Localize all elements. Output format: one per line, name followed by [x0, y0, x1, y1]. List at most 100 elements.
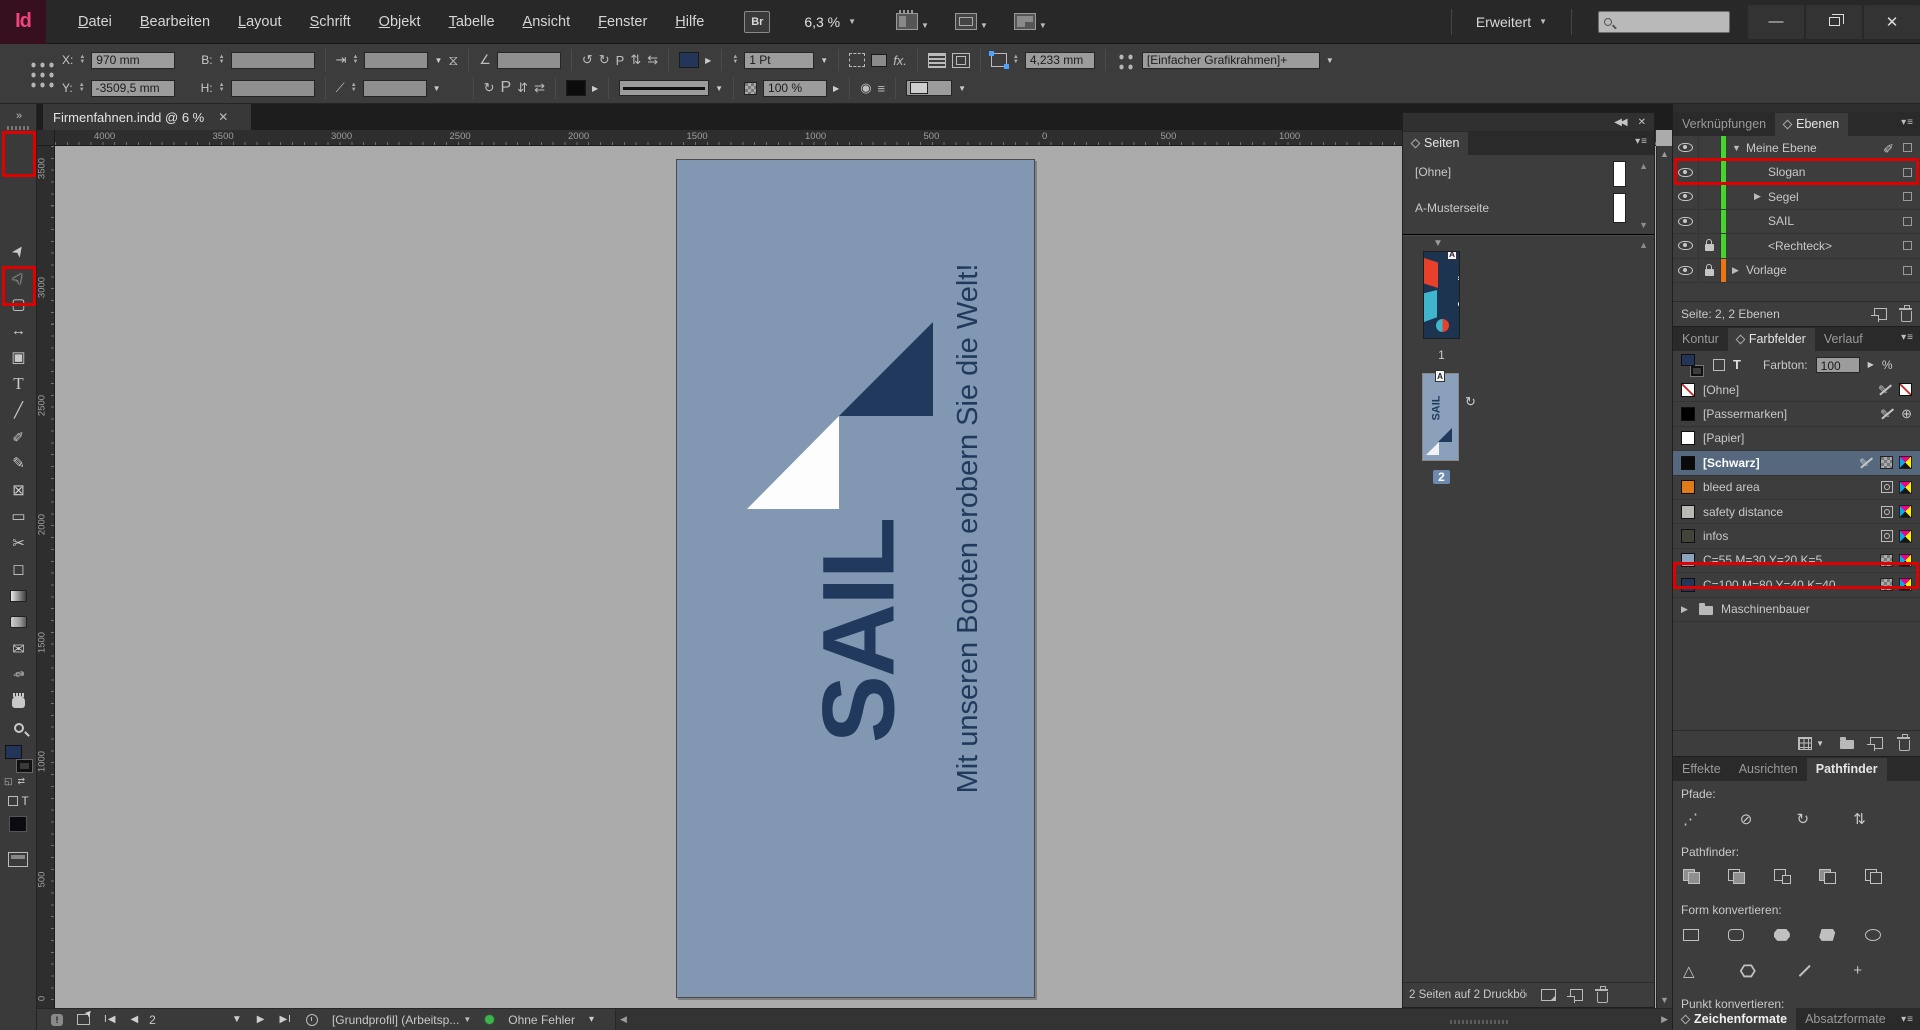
stroke-menu-arrow-icon[interactable]: ▶: [592, 84, 598, 93]
y-field[interactable]: -3509,5 mm: [91, 80, 175, 97]
select-container-icon[interactable]: [849, 53, 865, 67]
view-options-button[interactable]: ▼: [896, 13, 929, 30]
tint-field[interactable]: 100: [1816, 357, 1860, 373]
swatch-row[interactable]: [Passermarken]✎⊕: [1673, 402, 1920, 426]
add-button[interactable]: [1683, 865, 1728, 889]
layer-target-square[interactable]: [1903, 266, 1912, 275]
stroke-color-swatch[interactable]: [566, 80, 586, 96]
subtract-button[interactable]: [1728, 865, 1773, 889]
layer-row[interactable]: <Rechteck>: [1673, 234, 1920, 259]
flip-vertical-icon[interactable]: ⇅: [630, 52, 641, 68]
layer-row[interactable]: ▶Segel: [1673, 185, 1920, 210]
object-style-dropdown[interactable]: [Einfacher Grafikrahmen]+: [1142, 52, 1320, 69]
new-layer-icon[interactable]: [1874, 308, 1887, 320]
close-panel-icon[interactable]: ✕: [1638, 117, 1646, 128]
selection-tool[interactable]: ➤: [0, 238, 37, 264]
tint-arrow-icon[interactable]: ▶: [1868, 360, 1874, 369]
panel-menu-icon[interactable]: ▾≡: [1901, 117, 1914, 128]
tab-seiten[interactable]: Seiten: [1403, 132, 1468, 155]
swatch-row[interactable]: C=55 M=30 Y=20 K=5: [1673, 549, 1920, 573]
flip-pair-icon[interactable]: ⇆: [647, 52, 658, 68]
direct-selection-tool[interactable]: ➤: [0, 265, 37, 291]
scroll-up-icon[interactable]: ▲: [1639, 240, 1648, 250]
new-swatch-icon[interactable]: [1870, 737, 1883, 749]
bridge-button[interactable]: Br: [744, 11, 770, 33]
ellipse-button[interactable]: [1865, 923, 1910, 947]
scissors-tool[interactable]: ✂: [0, 530, 37, 556]
swatch-row[interactable]: safety distance: [1673, 500, 1920, 524]
corner-radius-stepper[interactable]: ▲▼: [1013, 55, 1019, 65]
corner-options-icon[interactable]: [991, 53, 1007, 67]
fill-menu-arrow-icon[interactable]: ▶: [705, 56, 711, 65]
pen-tool[interactable]: ✎: [0, 424, 37, 450]
next-page-button[interactable]: ▶: [257, 1014, 266, 1025]
lock-cell[interactable]: [1699, 136, 1721, 160]
tab-effekte[interactable]: Effekte: [1673, 758, 1730, 781]
gradient-feather-tool[interactable]: [0, 609, 37, 635]
distribute-icon[interactable]: ⇵: [517, 80, 528, 96]
visibility-cell[interactable]: [1673, 210, 1699, 234]
page-list-dropdown-icon[interactable]: ▼: [232, 1014, 243, 1025]
type-tool[interactable]: T: [0, 371, 37, 397]
workspace-switcher[interactable]: Erweitert ▼: [1462, 14, 1561, 30]
formatting-affects-text-icon[interactable]: T: [1733, 357, 1741, 372]
preview-mode-dropdown[interactable]: [906, 80, 952, 96]
rotate-90-icon[interactable]: ↻: [484, 80, 495, 96]
page-1-number[interactable]: 1: [1423, 348, 1460, 362]
zoom-level-dropdown[interactable]: 6,3 % ▼: [804, 14, 856, 30]
menu-fenster[interactable]: Fenster: [584, 0, 661, 44]
swatch-row[interactable]: infos: [1673, 524, 1920, 548]
rotate-cw-icon[interactable]: ↻: [599, 52, 610, 68]
first-page-button[interactable]: Ι◀: [104, 1014, 116, 1025]
pencil-tool[interactable]: ✎: [0, 450, 37, 476]
close-tab-icon[interactable]: ✕: [218, 110, 228, 124]
preflight-icon[interactable]: !: [51, 1014, 63, 1026]
menu-ansicht[interactable]: Ansicht: [509, 0, 585, 44]
menu-bearbeiten[interactable]: Bearbeiten: [126, 0, 224, 44]
shear-field[interactable]: [363, 80, 427, 97]
layer-target-square[interactable]: [1903, 192, 1912, 201]
page-tool[interactable]: ▢: [0, 291, 37, 317]
intersect-button[interactable]: [1774, 865, 1819, 889]
free-transform-tool[interactable]: ◻: [0, 556, 37, 582]
menu-datei[interactable]: Datei: [64, 0, 126, 44]
line-button[interactable]: [1797, 959, 1854, 983]
effects-object-icon[interactable]: [871, 54, 887, 67]
menu-tabelle[interactable]: Tabelle: [435, 0, 509, 44]
last-page-button[interactable]: ▶Ι: [279, 1014, 291, 1025]
flag-page[interactable]: SAIL Mit unseren Booten erobern Sie die …: [676, 159, 1035, 998]
frame-tool[interactable]: ⊠: [0, 477, 37, 503]
formatting-affects-container-icon[interactable]: [1713, 359, 1725, 371]
paragraph-icon[interactable]: P: [616, 53, 625, 68]
reverse-path-button[interactable]: ⇅: [1853, 807, 1910, 831]
folder-expander-icon[interactable]: ▶: [1681, 604, 1691, 615]
gradient-tool[interactable]: [0, 583, 37, 609]
inverse-rounded-rectangle-button[interactable]: [1819, 923, 1864, 947]
minimize-button[interactable]: —: [1748, 5, 1804, 39]
sail-headline-text[interactable]: SAIL: [804, 460, 914, 803]
page-2-thumbnail[interactable]: SAIL A: [1422, 373, 1459, 461]
formatting-affects-text-icon[interactable]: T: [21, 794, 28, 808]
tab-pathfinder[interactable]: Pathfinder: [1807, 758, 1887, 781]
swatch-row[interactable]: bleed area: [1673, 476, 1920, 500]
eyedropper-tool[interactable]: ✎: [0, 662, 37, 688]
panel-menu-icon[interactable]: ▾≡: [1635, 136, 1648, 147]
layer-row[interactable]: ▼Meine Ebene✎: [1673, 136, 1920, 161]
line-tool[interactable]: ╱: [0, 397, 37, 423]
swatch-row[interactable]: [Papier]: [1673, 427, 1920, 451]
search-input[interactable]: [1598, 11, 1730, 33]
lock-cell[interactable]: [1699, 185, 1721, 209]
share-icon[interactable]: [77, 1014, 90, 1025]
preflight-profile-dropdown[interactable]: [Grundprofil] (Arbeitsp... ▼: [332, 1013, 471, 1027]
document-tab[interactable]: Firmenfahnen.indd @ 6 % ✕: [43, 104, 251, 130]
layer-target-square[interactable]: [1903, 241, 1912, 250]
layer-target-square[interactable]: [1903, 143, 1912, 152]
orthogonal-line-button[interactable]: +: [1853, 959, 1910, 983]
vertical-ruler[interactable]: 3500300025002000150010005000: [37, 146, 55, 1008]
align-edges-icon[interactable]: ≡: [878, 81, 886, 96]
layer-expander-icon[interactable]: ▼: [1732, 143, 1746, 153]
scroll-left-icon[interactable]: ◀: [620, 1014, 627, 1025]
menu-schrift[interactable]: Schrift: [296, 0, 365, 44]
lock-cell[interactable]: [1699, 210, 1721, 234]
horizontal-scrollbar[interactable]: ◀ ▶: [615, 1009, 1672, 1030]
